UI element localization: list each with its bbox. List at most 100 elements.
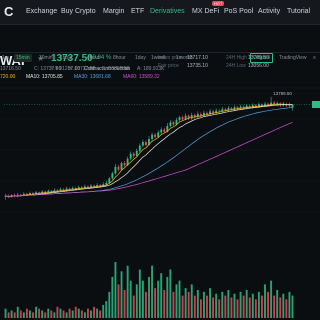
candle-body xyxy=(117,166,120,170)
volume-bar xyxy=(224,295,227,318)
volume-bar xyxy=(4,308,7,318)
volume-bar xyxy=(178,280,181,318)
volume-bar xyxy=(80,310,83,318)
volume-bar xyxy=(288,291,291,318)
volume-bar xyxy=(184,288,187,318)
candle-body xyxy=(169,122,172,126)
candle-body xyxy=(105,182,108,185)
volume-bar xyxy=(102,304,105,318)
candle-body xyxy=(181,117,184,120)
volume-bar xyxy=(227,290,230,318)
candle-body xyxy=(123,163,126,166)
volume-bar xyxy=(148,276,150,318)
volume-bar xyxy=(157,280,160,318)
last-price-tag xyxy=(312,100,320,108)
candle-body xyxy=(135,150,138,156)
volume-bar xyxy=(141,280,144,318)
volume-bar xyxy=(196,290,199,318)
volume-bar xyxy=(13,312,16,318)
candle-body xyxy=(218,110,221,112)
volume-bar xyxy=(154,288,157,318)
volume-bar xyxy=(62,310,65,318)
volume-bar xyxy=(248,297,251,318)
candlestick-chart[interactable]: 13789.50 xyxy=(0,0,320,320)
volume-bar xyxy=(56,306,59,318)
volume-bar xyxy=(10,310,13,318)
volume-bar xyxy=(254,299,257,318)
volume-bar xyxy=(65,312,68,318)
candle-body xyxy=(151,134,153,140)
candle-body xyxy=(132,153,135,156)
volume-bar xyxy=(251,293,254,318)
volume-bar xyxy=(236,299,239,318)
high-annotation: 13789.50 xyxy=(273,91,292,96)
candle-body xyxy=(129,153,132,159)
volume-bar xyxy=(199,299,202,318)
volume-bar xyxy=(87,308,89,318)
volume-bar xyxy=(7,312,10,318)
candle-body xyxy=(172,122,175,125)
candle-body xyxy=(199,113,202,116)
volume-bar xyxy=(209,288,211,318)
candle-body xyxy=(160,129,163,133)
volume-bar xyxy=(279,297,282,318)
volume-bar xyxy=(108,291,111,318)
volume-bar xyxy=(181,295,184,318)
volume-bar xyxy=(175,284,178,318)
volume-bar xyxy=(169,269,172,318)
volume-bar xyxy=(193,295,196,318)
volume-bar xyxy=(276,290,279,318)
volume-bar xyxy=(32,312,34,318)
volume-bar xyxy=(291,295,294,318)
volume-bar xyxy=(38,308,41,318)
volume-bar xyxy=(25,308,28,318)
candle-body xyxy=(157,132,160,137)
volume-bar xyxy=(270,280,273,318)
volume-bar xyxy=(257,291,260,318)
candle-body xyxy=(145,141,147,145)
volume-bar xyxy=(53,312,56,318)
volume-bar xyxy=(29,310,31,318)
volume-bar xyxy=(68,308,71,318)
volume-bar xyxy=(166,276,169,318)
volume-bar xyxy=(221,291,224,318)
volume-bar xyxy=(151,265,153,318)
volume-bar xyxy=(120,271,123,318)
volume-bar xyxy=(71,310,74,318)
candle-body xyxy=(120,163,123,170)
volume-bar xyxy=(50,310,53,318)
volume-bar xyxy=(230,297,233,318)
volume-bar xyxy=(111,276,114,318)
volume-bar xyxy=(19,310,22,318)
volume-bar xyxy=(74,306,77,318)
volume-bar xyxy=(285,299,288,318)
volume-bar xyxy=(212,297,215,318)
volume-bar xyxy=(41,310,44,318)
candle-body xyxy=(141,141,144,146)
volume-bar xyxy=(44,312,47,318)
volume-bar xyxy=(261,295,263,318)
volume-bar xyxy=(59,308,62,318)
volume-bar xyxy=(77,308,80,318)
volume-bar xyxy=(206,295,208,318)
volume-bar xyxy=(172,291,175,318)
volume-bar xyxy=(245,290,248,318)
volume-bar xyxy=(126,265,129,318)
candle-body xyxy=(190,114,193,119)
candle-body xyxy=(178,117,181,121)
volume-bar xyxy=(105,301,108,318)
volume-bar xyxy=(218,299,221,318)
volume-bar xyxy=(242,295,245,318)
volume-bar xyxy=(145,291,147,318)
candle-body xyxy=(154,134,157,137)
ma10-line xyxy=(5,104,293,197)
candle-body xyxy=(114,166,117,174)
volume-bar xyxy=(96,308,99,318)
volume-bar xyxy=(47,308,50,318)
volume-bar xyxy=(203,291,205,318)
volume-bar xyxy=(129,280,132,318)
candle-body xyxy=(270,102,273,106)
candle-body xyxy=(108,178,111,183)
ma60-line xyxy=(5,122,293,197)
volume-bar xyxy=(215,293,218,318)
